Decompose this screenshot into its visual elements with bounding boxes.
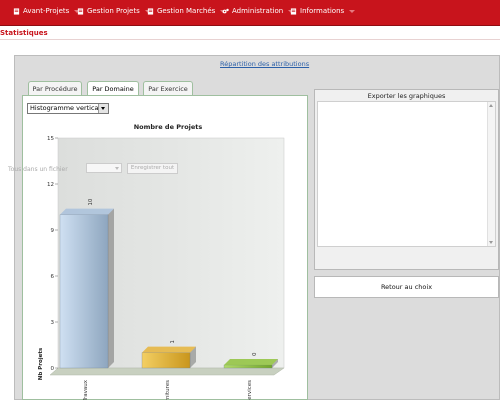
y-axis-label: Nb Projets — [38, 347, 44, 380]
bar-top — [142, 346, 196, 353]
nav-label: Informations — [300, 7, 345, 15]
tab-par-procedure[interactable]: Par Procédure — [28, 81, 82, 95]
y-tick-label: 0 — [51, 366, 55, 372]
nav-item-avant-projets[interactable]: Avant-Projets — [13, 7, 81, 15]
scroll-up-icon[interactable] — [489, 104, 493, 107]
y-tick-label: 12 — [47, 182, 54, 188]
export-format-select[interactable] — [86, 163, 122, 173]
nav-item-informations[interactable]: Informations — [290, 7, 356, 15]
bar-front — [59, 214, 109, 369]
y-tick-label: 9 — [51, 228, 55, 234]
chevron-down-icon[interactable] — [98, 104, 108, 113]
document-icon — [147, 7, 154, 15]
y-tick-label: 6 — [51, 274, 55, 280]
export-panel: Exporter les graphiques — [314, 89, 499, 270]
export-scrollbar[interactable] — [487, 102, 495, 246]
tab-par-exercice[interactable]: Par Exercice — [143, 81, 193, 95]
page-title: Statistiques — [0, 29, 48, 37]
chevron-down-icon — [349, 9, 356, 13]
bar-data-label: 10 — [88, 198, 94, 205]
nav-item-gestion-marches[interactable]: Gestion Marchés — [147, 7, 227, 15]
bar-front — [223, 364, 273, 369]
bar-data-label: 1 — [170, 340, 176, 344]
chart-type-select-value: Histogramme vertical — [30, 104, 101, 112]
export-all-label: Tous dans un fichier — [8, 166, 68, 173]
save-all-button[interactable]: Enregistrer tout — [127, 163, 178, 174]
nav-label: Gestion Projets — [87, 7, 140, 15]
bar-front — [141, 352, 191, 369]
nav-item-administration[interactable]: Administration — [222, 7, 295, 15]
export-title: Exporter les graphiques — [367, 92, 446, 100]
export-list[interactable] — [317, 101, 496, 247]
bar-side — [108, 208, 114, 368]
document-icon — [13, 7, 20, 15]
nav-label: Administration — [232, 7, 284, 15]
x-tick-label: Fournitures — [165, 380, 171, 400]
bar-services — [223, 359, 278, 369]
plot-floor — [49, 367, 285, 376]
bar-data-label: 0 — [252, 352, 258, 356]
x-tick-label: Services — [247, 380, 253, 400]
y-tick-label: 15 — [47, 136, 54, 142]
top-nav-bar: Avant-Projets Gestion Projets Gestion Ma… — [0, 0, 500, 26]
nav-label: Gestion Marchés — [157, 7, 216, 15]
bar-fournitures — [141, 346, 196, 369]
repartition-link[interactable]: Répartition des attributions — [220, 60, 309, 68]
chart-title: Nombre de Projets — [134, 123, 203, 131]
x-tick-label: Travaux — [83, 379, 89, 400]
tab-par-domaine[interactable]: Par Domaine — [87, 81, 139, 96]
chart-type-select[interactable]: Histogramme vertical — [27, 103, 109, 114]
retour-button[interactable]: Retour au choix — [314, 276, 499, 298]
document-icon — [77, 7, 84, 15]
scroll-down-icon[interactable] — [489, 241, 493, 244]
bar-travaux — [59, 208, 114, 369]
gears-icon — [222, 8, 229, 13]
bar-top — [224, 359, 278, 365]
bar-chart: Nombre de Projets Nb Projets 03691215 10… — [38, 123, 285, 400]
bar-top — [60, 208, 114, 215]
nav-label: Avant-Projets — [23, 7, 70, 15]
document-icon — [290, 7, 297, 15]
divider — [0, 39, 500, 40]
nav-item-gestion-projets[interactable]: Gestion Projets — [77, 7, 151, 15]
y-tick-label: 3 — [51, 320, 55, 326]
